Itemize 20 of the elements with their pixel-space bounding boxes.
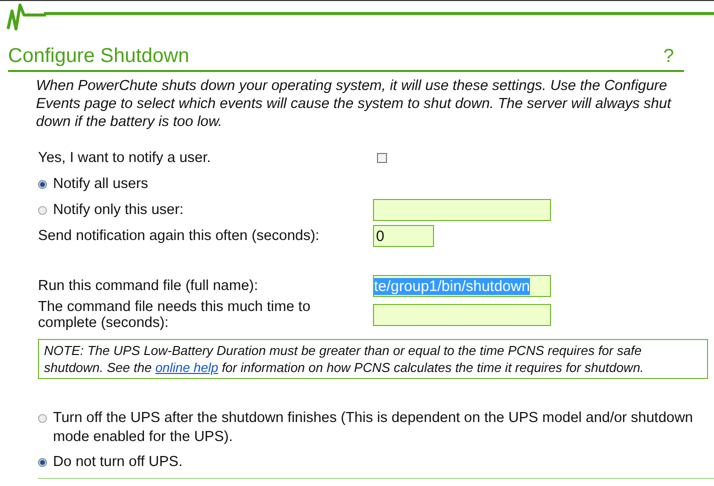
field-label: Send notification again this often (seconds): <box>38 228 320 244</box>
radio-label: Notify all users <box>53 176 148 192</box>
description-text: When PowerChute shuts down your operating system, it will use these settings. Use the Configure Events page to select which events will cause the system to shut down. The server will always shut down if the battery is too low. <box>36 77 672 131</box>
duration-field[interactable] <box>373 304 551 326</box>
notify-checkbox[interactable] <box>377 153 387 163</box>
note-text: NOTE: The UPS Low-Battery Duration must be greater than or equal to the time PCNS requires for safe shutdown. See the online help for information on how PCNS calculates the time it requires for shutdown. <box>44 343 644 375</box>
radio-button[interactable] <box>38 206 47 214</box>
radio-button[interactable] <box>38 458 47 467</box>
radio-button[interactable] <box>38 414 47 423</box>
field-label: The command file needs this much time to complete (seconds): <box>38 299 312 331</box>
user-name-field[interactable] <box>373 199 551 221</box>
page-title: Configure Shutdown <box>8 45 190 68</box>
field-label: Run this command file (full name): <box>38 278 259 294</box>
online-help-link[interactable]: online help <box>155 360 218 375</box>
radio-label: Notify only this user: <box>53 202 184 218</box>
radio-label: Turn off the UPS after the shutdown finishes (This is dependent on the UPS model and/or shutdown mode enabled for the UPS). <box>53 409 694 447</box>
interval-field[interactable]: 0 <box>373 225 434 247</box>
radio-label: Do not turn off UPS. <box>53 453 182 472</box>
radio-button[interactable] <box>38 180 47 188</box>
notify-checkbox-label: Yes, I want to notify a user. <box>38 150 212 166</box>
